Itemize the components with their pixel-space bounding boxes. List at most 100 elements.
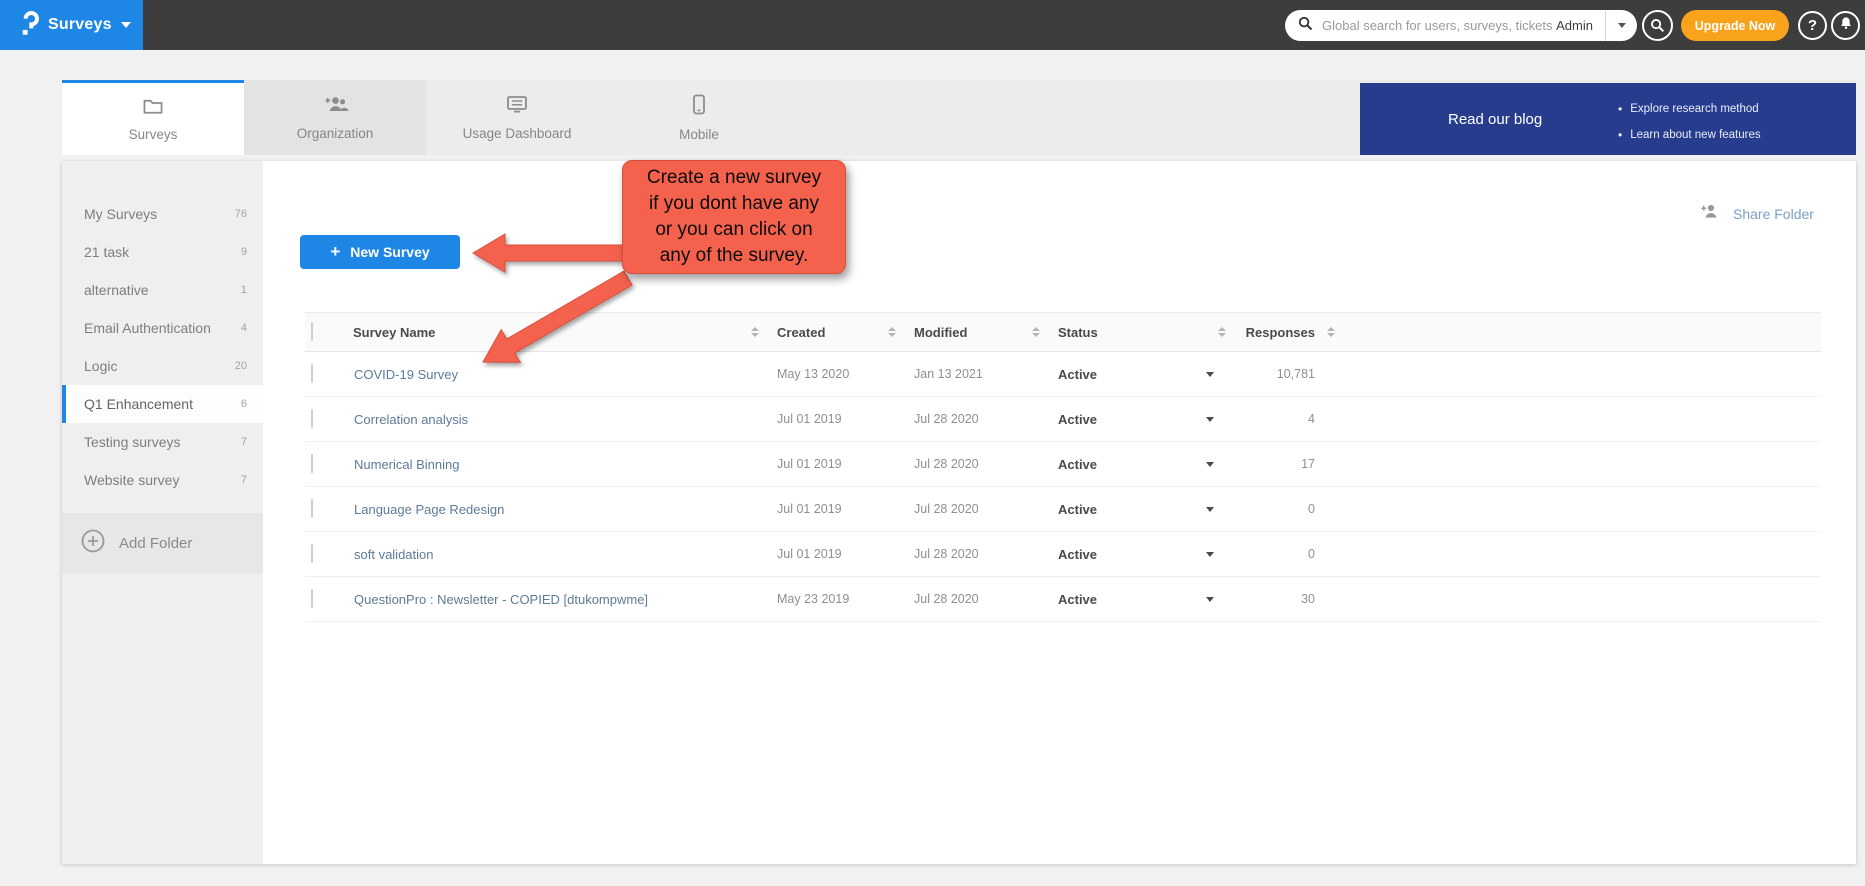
survey-name-link[interactable]: Language Page Redesign [353,502,773,517]
survey-name-link[interactable]: soft validation [353,547,773,562]
row-checkbox[interactable] [311,409,313,428]
product-switcher[interactable]: Surveys [0,0,143,50]
select-all-checkbox[interactable] [311,322,313,341]
tab-mobile[interactable]: Mobile [608,80,790,155]
table-row: Correlation analysis Jul 01 2019 Jul 28 … [305,397,1821,442]
row-checkbox[interactable] [311,499,313,518]
dashboard-icon [505,94,529,119]
modified-date: Jan 13 2021 [910,367,1054,381]
chevron-down-icon [121,22,131,28]
add-people-icon [322,94,349,119]
notifications-button[interactable] [1831,11,1860,40]
table-header-row: Survey Name Created Modified Status Resp… [305,312,1821,352]
status-dropdown-icon[interactable] [1206,462,1214,467]
sidebar-item-q1-enhancement[interactable]: Q1 Enhancement 6 [62,385,263,423]
share-folder-button[interactable]: Share Folder [1699,203,1814,225]
search-button[interactable] [1642,10,1673,41]
responses-count: 10,781 [1240,367,1315,381]
blog-link-item[interactable]: Learn about new features [1618,122,1761,148]
folder-count: 7 [241,474,247,486]
search-icon [1298,16,1313,36]
status-dropdown-icon[interactable] [1206,507,1214,512]
bell-icon [1839,16,1853,35]
help-button[interactable]: ? [1798,11,1827,40]
table-row: Numerical Binning Jul 01 2019 Jul 28 202… [305,442,1821,487]
row-checkbox[interactable] [311,544,313,563]
survey-name-link[interactable]: Numerical Binning [353,457,773,472]
modified-date: Jul 28 2020 [910,457,1054,471]
table-row: QuestionPro : Newsletter - COPIED [dtuko… [305,577,1821,622]
survey-name-link[interactable]: QuestionPro : Newsletter - COPIED [dtuko… [353,592,773,607]
global-search: Admin [1285,10,1637,41]
responses-count: 0 [1240,502,1315,516]
sidebar-item-email-authentication[interactable]: Email Authentication 4 [62,309,263,347]
modified-date: Jul 28 2020 [910,592,1054,606]
read-our-blog-link[interactable]: Read our blog [1448,83,1542,155]
sidebar-item-21-task[interactable]: 21 task 9 [62,233,263,271]
column-header-modified: Modified [914,325,967,340]
tab-organization[interactable]: Organization [244,80,426,155]
survey-name-link[interactable]: Correlation analysis [353,412,773,427]
blog-link-item[interactable]: Explore research method [1618,96,1761,122]
global-search-input[interactable] [1322,18,1556,33]
sort-icon[interactable] [1218,327,1226,337]
status-dropdown-icon[interactable] [1206,597,1214,602]
status-value: Active [1054,502,1180,517]
question-mark-icon: ? [1808,17,1817,34]
status-dropdown-icon[interactable] [1206,417,1214,422]
folder-icon [141,96,165,120]
upgrade-now-button[interactable]: Upgrade Now [1681,10,1789,41]
status-value: Active [1054,592,1180,607]
add-folder-label: Add Folder [119,535,192,552]
responses-count: 0 [1240,547,1315,561]
survey-list-panel: Share Folder New Survey Survey Name Crea… [263,161,1856,864]
row-checkbox[interactable] [311,364,313,383]
created-date: Jul 01 2019 [773,547,910,561]
sort-icon[interactable] [1032,327,1040,337]
tab-usage-dashboard[interactable]: Usage Dashboard [426,80,608,155]
new-survey-button[interactable]: New Survey [300,235,460,269]
created-date: May 23 2019 [773,592,910,606]
plus-circle-icon [80,528,106,559]
modified-date: Jul 28 2020 [910,502,1054,516]
status-dropdown-icon[interactable] [1206,372,1214,377]
table-row: soft validation Jul 01 2019 Jul 28 2020 … [305,532,1821,577]
module-tab-strip: Surveys Organization Usage Dashboard [62,80,1856,155]
blog-banner: Read our blog Explore research method Le… [1360,83,1856,155]
sidebar-item-website-survey[interactable]: Website survey 7 [62,461,263,499]
row-checkbox[interactable] [311,589,313,608]
folder-count: 6 [241,398,247,410]
folder-count: 76 [235,208,247,220]
column-header-created: Created [777,325,825,340]
search-scope-selector[interactable]: Admin [1556,18,1605,33]
sidebar-item-testing-surveys[interactable]: Testing surveys 7 [62,423,263,461]
status-value: Active [1054,367,1180,382]
sort-icon[interactable] [751,327,759,337]
add-folder-button[interactable]: Add Folder [62,513,263,573]
folder-count: 4 [241,322,247,334]
sort-icon[interactable] [888,327,896,337]
row-checkbox[interactable] [311,454,313,473]
tab-label: Mobile [679,127,719,142]
share-person-icon [1699,203,1721,225]
sidebar-item-logic[interactable]: Logic 20 [62,347,263,385]
sidebar-item-my-surveys[interactable]: My Surveys 76 [62,195,263,233]
top-bar: Surveys Admin Upgrade Now ? [0,0,1865,50]
survey-table: Survey Name Created Modified Status Resp… [305,312,1821,622]
sort-icon[interactable] [1327,327,1335,337]
table-row: COVID-19 Survey May 13 2020 Jan 13 2021 … [305,352,1821,397]
tab-label: Organization [297,126,374,141]
status-value: Active [1054,457,1180,472]
search-scope-dropdown[interactable] [1606,10,1637,41]
folder-sidebar: My Surveys 76 21 task 9 alternative 1 Em… [62,161,263,864]
questionpro-logo-icon [20,10,39,41]
tab-label: Usage Dashboard [463,126,572,141]
sidebar-item-alternative[interactable]: alternative 1 [62,271,263,309]
table-row: Language Page Redesign Jul 01 2019 Jul 2… [305,487,1821,532]
survey-name-link[interactable]: COVID-19 Survey [353,367,773,382]
column-header-status: Status [1058,325,1098,340]
status-dropdown-icon[interactable] [1206,552,1214,557]
status-value: Active [1054,412,1180,427]
tab-surveys[interactable]: Surveys [62,80,244,155]
column-header-responses: Responses [1246,325,1315,340]
